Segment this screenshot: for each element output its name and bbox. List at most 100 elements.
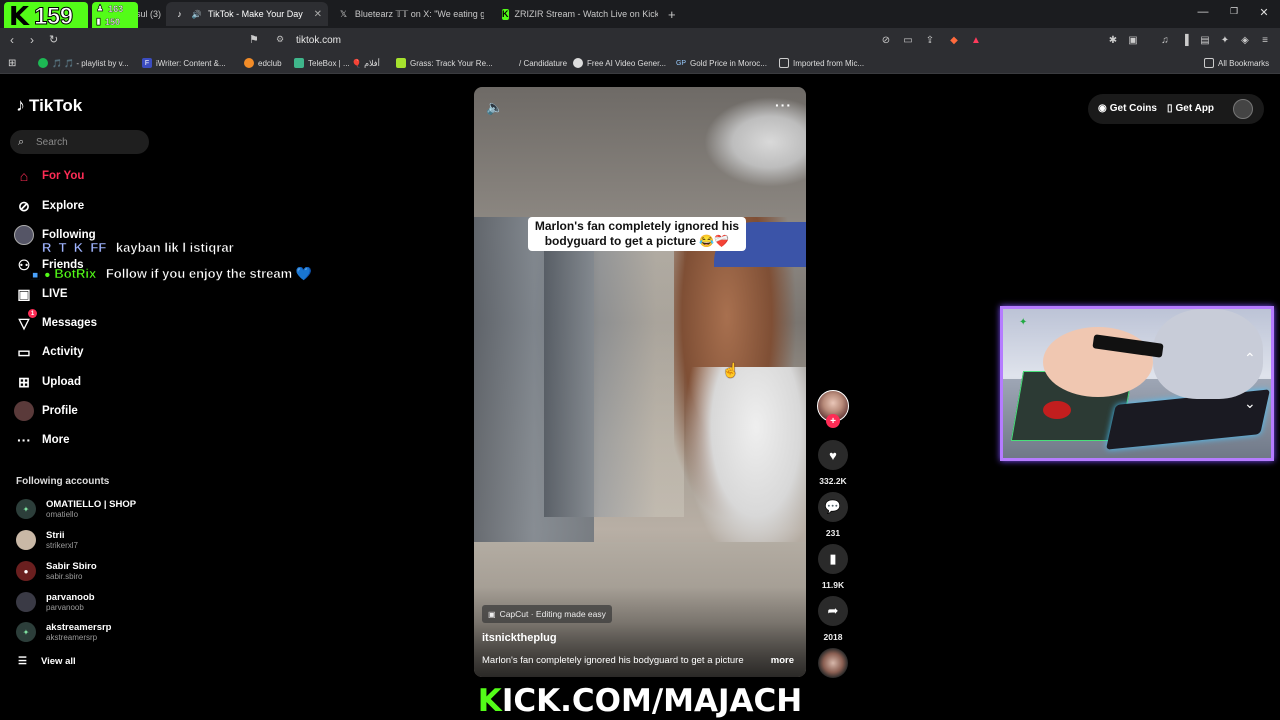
share-button[interactable]: ➦ — [818, 596, 848, 626]
bookmark-all[interactable]: All Bookmarks — [1204, 56, 1269, 70]
extensions-icon[interactable]: ✱ — [1107, 34, 1119, 46]
close-window-icon[interactable]: ✕ — [1256, 6, 1272, 19]
share-arrow-icon: ➦ — [827, 603, 839, 618]
get-app-button[interactable]: ▯ Get App — [1167, 103, 1214, 114]
bookmark-spotify[interactable]: 🎵 🎵 - playlist by v... — [38, 56, 129, 70]
music-disc-icon[interactable] — [818, 648, 848, 678]
chat-message: R_T_K_FF kayban lik l istiqrar — [42, 240, 234, 255]
restore-icon[interactable]: ❐ — [1226, 6, 1242, 17]
spotify-icon — [38, 58, 48, 68]
tab-kick[interactable]: K ZRIZIR Stream - Watch Live on Kick — [494, 2, 658, 26]
kick-letter: K — [477, 683, 502, 719]
brave-rewards-icon[interactable]: ▲ — [970, 34, 982, 46]
nav-profile[interactable]: Profile — [14, 400, 78, 422]
search-field[interactable]: ⌕ — [10, 130, 149, 154]
nav-for-you[interactable]: ⌂ For You — [14, 165, 85, 187]
bookmark-edclub[interactable]: edclub — [244, 56, 282, 70]
capcut-tag[interactable]: ▣ CapCut · Editing made easy — [482, 605, 612, 623]
site-settings-icon[interactable]: ⚙ — [276, 34, 284, 45]
bookmark-icon[interactable]: ⚑ — [249, 33, 259, 46]
chat-text: Follow if you enjoy the stream 💙 — [105, 266, 313, 281]
browser-tab-bar: sul (3) ♪ 🔊 TikTok - Make Your Day ✕ 𝕏 B… — [0, 0, 1280, 28]
reload-icon[interactable]: ↻ — [49, 33, 58, 46]
brave-shield-icon[interactable]: ◆ — [948, 34, 960, 46]
chat-text: kayban lik l istiqrar — [115, 240, 234, 255]
nav-live[interactable]: ▣ LIVE — [14, 283, 67, 305]
video-description: Marlon's fan completely ignored his body… — [482, 655, 744, 666]
previous-video-icon[interactable]: ⌃ — [1244, 350, 1256, 367]
bookmark-ai-video[interactable]: Free AI Video Gener... — [573, 56, 666, 70]
bookmark-candidature[interactable]: / Candidature — [505, 56, 567, 70]
chat-message: ▣ ● BotRix Follow if you enjoy the strea… — [30, 266, 312, 282]
tab-tiktok[interactable]: ♪ 🔊 TikTok - Make Your Day ✕ — [166, 2, 328, 26]
volume-icon[interactable]: 🔈 — [486, 99, 503, 116]
live-icon: ▣ — [17, 285, 31, 302]
more-options-icon[interactable]: ··· — [775, 97, 792, 113]
leo-ai-icon[interactable]: ✦ — [1219, 34, 1231, 46]
video-username[interactable]: itsnicktheplug — [482, 632, 557, 644]
apps-grid-icon[interactable]: ⊞ — [8, 56, 16, 70]
bookmark-telebox[interactable]: TeleBox | ... 🎈 أفلام — [294, 56, 380, 70]
nav-upload[interactable]: ⊞ Upload — [14, 371, 81, 393]
following-account[interactable]: parvanoob parvanoob — [16, 590, 95, 614]
nav-messages[interactable]: ▽ 1 Messages — [14, 309, 97, 334]
description-more-button[interactable]: more — [771, 655, 794, 666]
folder-icon — [1204, 58, 1214, 68]
new-tab-button[interactable]: + — [660, 2, 680, 26]
tab-label: Bluetearz 𝕋𝕋 on X: "We eating good 🍁 — [354, 8, 484, 19]
search-input[interactable] — [36, 136, 136, 148]
follow-plus-icon[interactable]: + — [826, 414, 840, 428]
reader-icon[interactable]: ▤ — [1199, 34, 1211, 46]
follower-icon: ♟ — [96, 3, 105, 13]
screen-icon[interactable]: ▭ — [902, 34, 914, 46]
tiktok-icon: ♪ — [177, 9, 182, 19]
forward-icon[interactable]: › — [30, 33, 34, 47]
comment-icon: 💬 — [824, 499, 842, 514]
profile-avatar[interactable] — [1233, 99, 1253, 119]
music-icon[interactable]: ♫ — [1159, 34, 1171, 46]
bookmark-grass[interactable]: Grass: Track Your Re... — [396, 56, 493, 70]
following-avatar-icon — [14, 225, 34, 245]
speaker-icon[interactable]: 🔊 — [191, 9, 202, 20]
following-account[interactable]: ✦ akstreamersrp akstreamersrp — [16, 620, 112, 644]
video-player[interactable]: ☝ 🔈 ··· Marlon's fan completely ignored … — [474, 87, 806, 677]
comment-button[interactable]: 💬 — [818, 492, 848, 522]
close-tab-icon[interactable]: ✕ — [314, 9, 322, 20]
view-all-link[interactable]: ☰ View all — [18, 656, 76, 667]
vpn-icon[interactable]: ◈ — [1239, 34, 1251, 46]
no-tracking-icon[interactable]: ⊘ — [880, 34, 892, 46]
nav-more[interactable]: ··· More — [14, 429, 69, 451]
sidebar-icon[interactable]: ▐ — [1179, 34, 1191, 46]
back-icon[interactable]: ‹ — [10, 33, 14, 47]
chart-icon: ▮ — [96, 16, 101, 26]
bookmark-gold[interactable]: GP Gold Price in Moroc... — [676, 56, 767, 70]
logo-icon: ✦ — [1019, 317, 1028, 328]
tab-label: sul (3) — [136, 9, 162, 19]
tab-x[interactable]: 𝕏 Bluetearz 𝕋𝕋 on X: "We eating good 🍁 — [330, 2, 492, 26]
home-icon: ⌂ — [19, 168, 29, 184]
like-button[interactable]: ♥ — [818, 440, 848, 470]
nav-activity[interactable]: ▭ Activity — [14, 341, 83, 363]
minimize-icon[interactable]: — — [1195, 6, 1211, 18]
nav-explore[interactable]: ⊘ Explore — [14, 195, 84, 217]
comment-count: 231 — [825, 528, 841, 538]
kick-channel-banner: K ICK.COM/MAJACH — [477, 682, 802, 720]
following-account[interactable]: ● Sabir Sbiro sabir.sbiro — [16, 559, 97, 583]
wallet-icon[interactable]: ▣ — [1127, 34, 1139, 46]
save-count: 11.9K — [821, 580, 845, 590]
get-coins-button[interactable]: ◉ Get Coins — [1098, 103, 1157, 114]
heart-icon: ♥ — [829, 447, 837, 463]
streamer-webcam-overlay: ✦ — [1000, 306, 1274, 461]
mouse-cursor-icon: ☝ — [722, 362, 740, 378]
menu-icon[interactable]: ≡ — [1259, 34, 1271, 46]
next-video-icon[interactable]: ⌄ — [1244, 395, 1256, 412]
tiktok-brand: TikTok — [29, 95, 83, 115]
following-account[interactable]: ✦ OMATIELLO | SHOP omatiello — [16, 497, 136, 521]
bookmark-iwriter[interactable]: FiWriter: Content &... — [142, 56, 226, 70]
following-account[interactable]: Strii strikerxl7 — [16, 528, 78, 552]
bookmark-imported[interactable]: Imported from Mic... — [779, 56, 864, 70]
share-icon[interactable]: ⇪ — [924, 34, 936, 46]
save-button[interactable]: ▮ — [818, 544, 848, 574]
share-count: 2018 — [823, 632, 843, 642]
tiktok-logo[interactable]: ♪ TikTok — [16, 95, 82, 116]
